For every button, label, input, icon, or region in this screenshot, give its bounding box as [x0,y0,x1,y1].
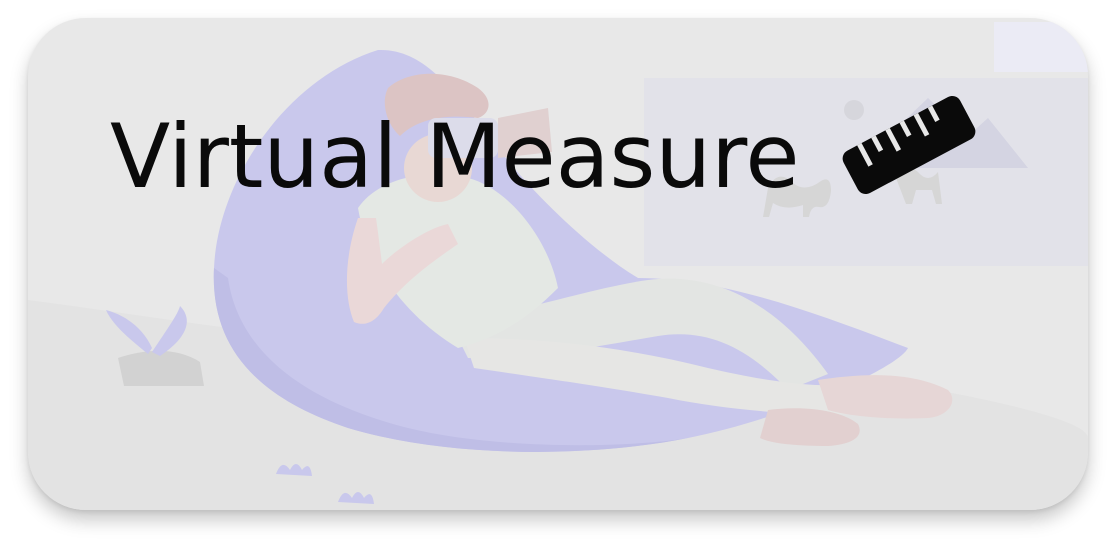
ruler-icon [842,95,976,195]
app-title: Virtual Measure [110,105,800,208]
app-banner-card: Virtual Measure [28,18,1088,510]
title-row: Virtual Measure [110,92,800,222]
